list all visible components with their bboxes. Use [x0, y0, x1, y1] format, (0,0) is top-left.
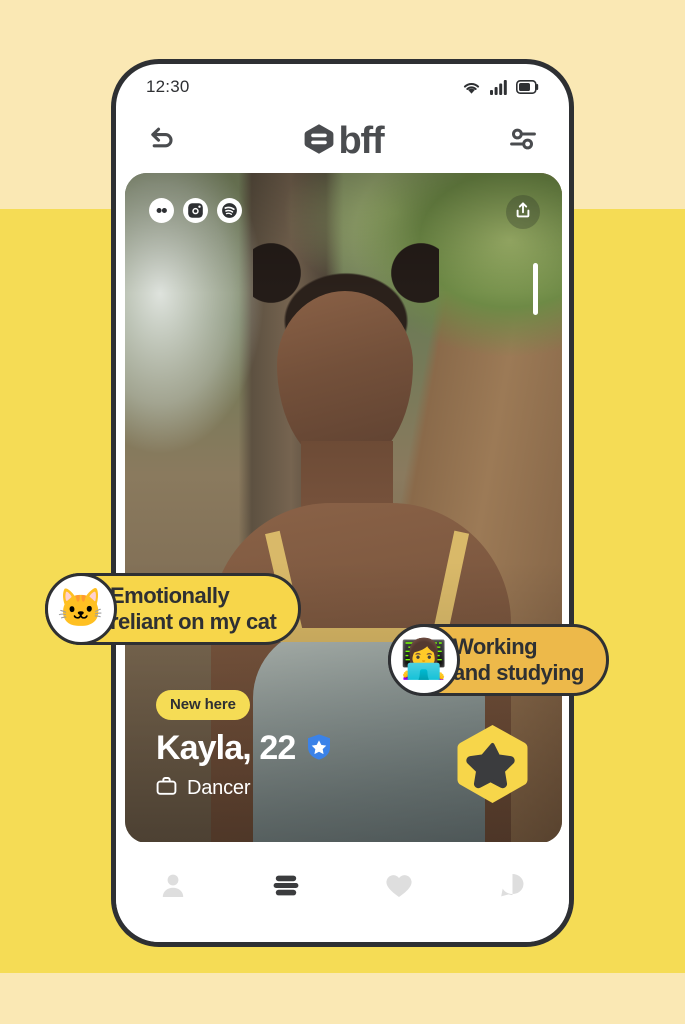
profile-name: Kayla, 22: [156, 729, 296, 768]
bumble-icon: [156, 208, 167, 213]
bff-hexagon-logo-icon: [302, 122, 336, 161]
status-bar: 12:30: [116, 64, 569, 110]
nav-item-profile[interactable]: [146, 868, 200, 908]
back-button[interactable]: [142, 121, 182, 161]
profile-name-row: Kayla, 22: [156, 731, 332, 767]
status-bar-icons: [462, 79, 539, 95]
nav-item-discover[interactable]: [259, 868, 313, 908]
undo-arrow-icon: [149, 126, 176, 156]
interest-pill-work[interactable]: 👩‍💻 Working and studying: [388, 624, 609, 696]
share-upload-icon: [514, 201, 532, 224]
photo-progress-indicator[interactable]: [533, 263, 538, 315]
profile-info: New here Kayla, 22 Dancer: [156, 690, 332, 801]
profile-occupation-row: Dancer: [156, 776, 332, 801]
spotify-badge[interactable]: [217, 198, 242, 223]
person-icon: [160, 872, 186, 904]
app-header: bff: [116, 110, 569, 172]
interest-pill-work-text: Working and studying: [453, 634, 584, 685]
profile-photo-card[interactable]: New here Kayla, 22 Dancer: [125, 173, 562, 843]
briefcase-icon: [156, 776, 177, 801]
share-button[interactable]: [506, 195, 540, 229]
nav-item-chats[interactable]: [485, 868, 539, 908]
interest-pill-cat[interactable]: 🐱 Emotionally reliant on my cat: [45, 573, 302, 645]
bottom-navigation: [116, 842, 569, 942]
profile-occupation: Dancer: [187, 777, 251, 799]
wifi-icon: [462, 80, 481, 95]
battery-icon: [516, 80, 539, 94]
filters-button[interactable]: [503, 121, 543, 161]
bumble-badge[interactable]: [149, 198, 174, 223]
cellular-signal-icon: [490, 79, 507, 95]
spotify-icon: [222, 203, 237, 218]
verified-shield-star-icon: [306, 733, 332, 766]
sliders-filter-icon: [509, 126, 537, 157]
instagram-badge[interactable]: [183, 198, 208, 223]
superswipe-star-hexagon-icon: [457, 725, 528, 803]
social-badges: [149, 198, 242, 223]
chat-bubble-icon: [499, 872, 526, 904]
bff-hive-icon: [271, 872, 301, 904]
brand-logo: bff: [302, 120, 385, 162]
heart-icon: [385, 873, 413, 904]
interest-pill-cat-text: Emotionally reliant on my cat: [110, 583, 277, 634]
new-here-badge: New here: [156, 690, 250, 721]
instagram-icon: [188, 203, 203, 218]
background-band-bottom: [0, 973, 685, 1024]
phone-mockup: 12:30 bff New here Kayla, 22 Dancer: [111, 59, 574, 947]
superswipe-button[interactable]: [455, 723, 530, 805]
cat-face-emoji: 🐱: [45, 573, 117, 645]
nav-item-likes[interactable]: [372, 868, 426, 908]
woman-technologist-emoji: 👩‍💻: [388, 624, 460, 696]
brand-name: bff: [338, 120, 385, 162]
status-bar-time: 12:30: [146, 77, 190, 96]
